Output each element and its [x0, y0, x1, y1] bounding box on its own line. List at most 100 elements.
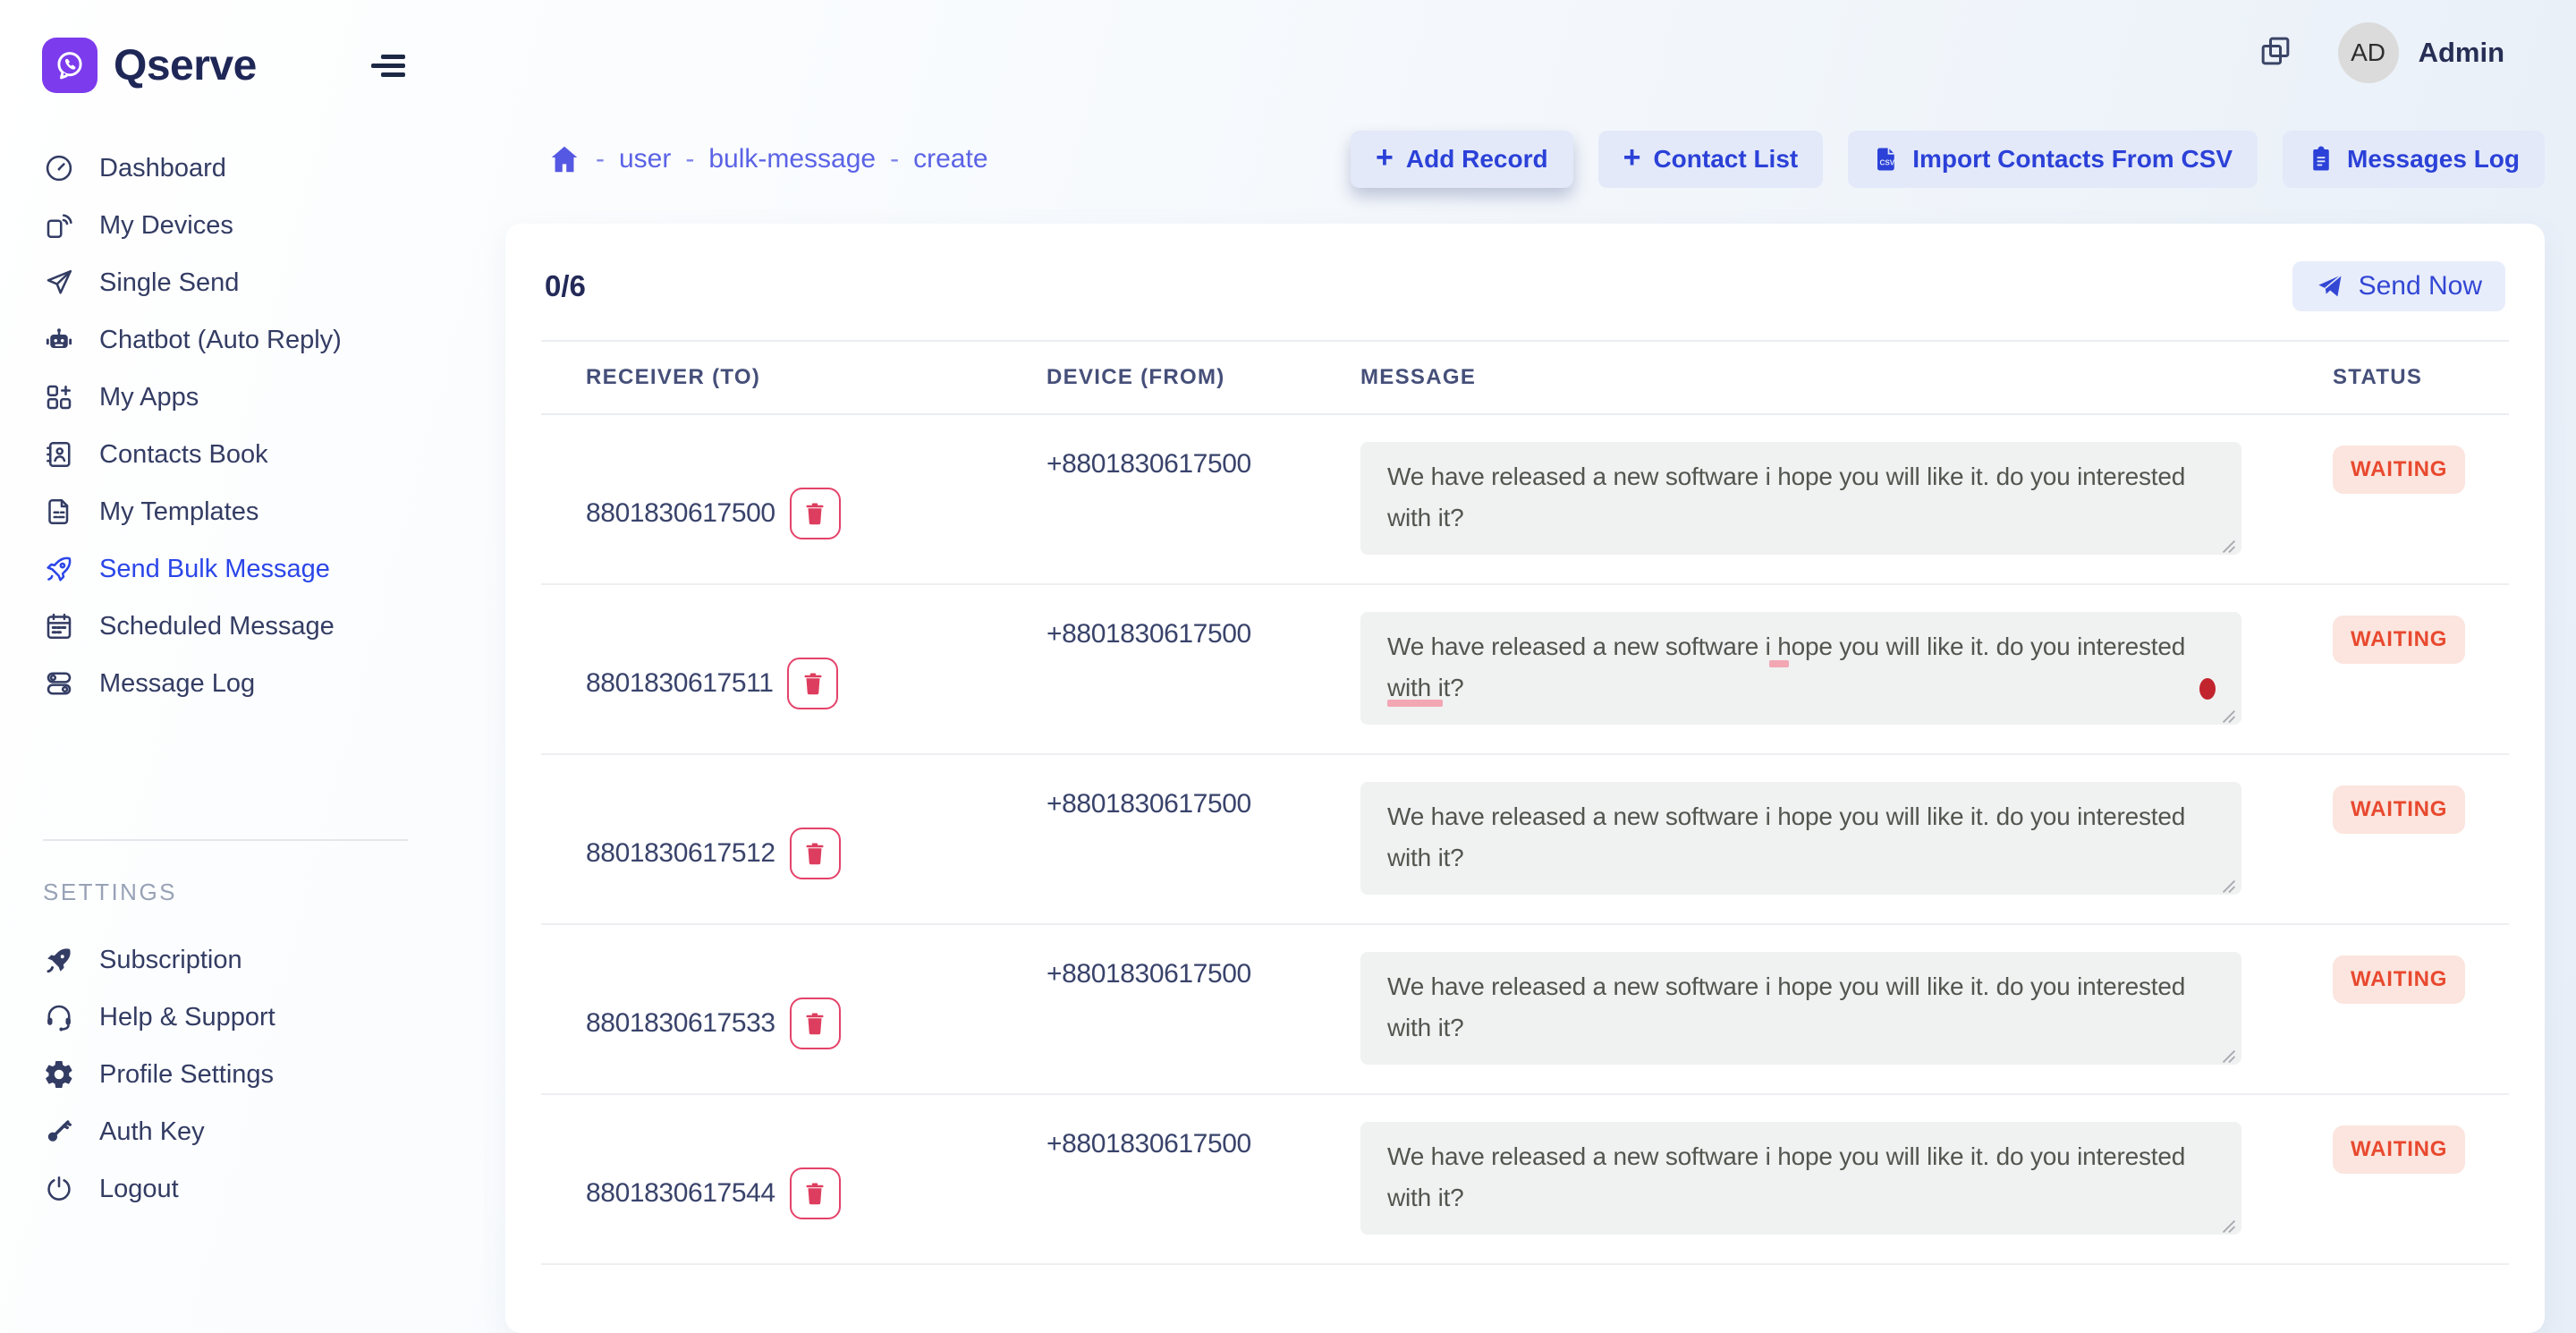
page-head: - user - bulk-message - create + Add Rec… [505, 131, 2545, 188]
sidebar-item-auth-key[interactable]: Auth Key [0, 1103, 444, 1160]
sidebar-item-my-templates[interactable]: My Templates [0, 483, 444, 540]
sidebar-nav: Dashboard My Devices Single Send [0, 140, 444, 712]
sidebar-item-profile-settings[interactable]: Profile Settings [0, 1046, 444, 1103]
settings-section-label: SETTINGS [43, 879, 444, 906]
message-textarea[interactable]: We have released a new software i hope y… [1360, 612, 2241, 725]
receiver-cell: 8801830617512 [541, 755, 1043, 923]
col-header-message: MESSAGE [1360, 365, 2299, 390]
sidebar-item-contacts-book[interactable]: Contacts Book [0, 426, 444, 483]
breadcrumb-bulk-message[interactable]: bulk-message [708, 144, 876, 174]
table-row: 8801830617544 +8801830617500 We have rel… [541, 1095, 2509, 1265]
main-area: AD Admin - user - bulk-message - create … [444, 0, 2576, 1333]
message-textarea[interactable]: We have released a new software i hope y… [1360, 442, 2241, 555]
device-number: +8801830617500 [1043, 755, 1360, 923]
status-badge: WAITING [2333, 1125, 2465, 1174]
receiver-cell: 8801830617511 [541, 585, 1043, 753]
gear-icon [42, 1057, 76, 1091]
sidebar-item-label: Subscription [99, 946, 242, 975]
message-cell: We have released a new software i hope y… [1360, 415, 2299, 583]
trash-icon [801, 1180, 828, 1207]
sidebar-item-label: Dashboard [99, 154, 226, 183]
clipboard-icon [2308, 146, 2334, 173]
send-now-button[interactable]: Send Now [2292, 261, 2505, 311]
resize-handle-icon[interactable] [2222, 879, 2236, 894]
power-icon [42, 1172, 76, 1206]
sidebar-item-label: Help & Support [99, 1003, 275, 1032]
paper-plane-icon [42, 266, 76, 300]
resize-handle-icon[interactable] [2222, 539, 2236, 554]
user-name[interactable]: Admin [2419, 37, 2504, 69]
table-row: 8801830617512 +8801830617500 We have rel… [541, 755, 2509, 925]
table-row: 8801830617500 +8801830617500 We have rel… [541, 415, 2509, 585]
trash-icon [800, 670, 826, 697]
breadcrumb-create[interactable]: create [913, 144, 987, 174]
sidebar-item-label: My Templates [99, 497, 258, 527]
import-csv-label: Import Contacts From CSV [1912, 145, 2233, 174]
sidebar-item-message-log[interactable]: Message Log [0, 655, 444, 712]
message-cell: We have released a new software i hope y… [1360, 925, 2299, 1093]
breadcrumb-user[interactable]: user [619, 144, 671, 174]
delete-row-button[interactable] [790, 828, 841, 879]
sidebar-item-scheduled-message[interactable]: Scheduled Message [0, 598, 444, 655]
import-contacts-csv-button[interactable]: CSV Import Contacts From CSV [1848, 131, 2258, 188]
device-number: +8801830617500 [1043, 585, 1360, 753]
status-cell: WAITING [2299, 415, 2509, 583]
send-now-label: Send Now [2359, 271, 2482, 301]
delete-row-button[interactable] [790, 488, 841, 539]
sidebar-toggle-icon[interactable] [366, 46, 405, 85]
resize-handle-icon[interactable] [2222, 709, 2236, 724]
contact-list-label: Contact List [1653, 145, 1798, 174]
receiver-number: 8801830617511 [586, 668, 773, 699]
delete-row-button[interactable] [787, 658, 838, 709]
resize-handle-icon[interactable] [2222, 1049, 2236, 1064]
delete-row-button[interactable] [790, 998, 841, 1049]
col-header-status: STATUS [2299, 365, 2509, 390]
breadcrumb-separator: - [596, 144, 605, 174]
breadcrumb: - user - bulk-message - create [505, 142, 988, 176]
key-icon [42, 1115, 76, 1149]
add-record-button[interactable]: + Add Record [1351, 131, 1573, 188]
messages-log-label: Messages Log [2347, 145, 2520, 174]
brand-name: Qserve [114, 41, 257, 90]
sidebar-item-chatbot[interactable]: Chatbot (Auto Reply) [0, 311, 444, 369]
status-badge: WAITING [2333, 446, 2465, 494]
sidebar-item-single-send[interactable]: Single Send [0, 254, 444, 311]
table-row: 8801830617533 +8801830617500 We have rel… [541, 925, 2509, 1095]
home-icon[interactable] [547, 142, 581, 176]
sidebar-item-dashboard[interactable]: Dashboard [0, 140, 444, 197]
receiver-cell: 8801830617544 [541, 1095, 1043, 1263]
headset-icon [42, 1000, 76, 1034]
sidebar-item-label: Auth Key [99, 1117, 205, 1147]
sidebar-item-logout[interactable]: Logout [0, 1160, 444, 1218]
plus-icon: + [1376, 142, 1394, 173]
contact-list-button[interactable]: + Contact List [1598, 131, 1824, 188]
rocket-icon [42, 552, 76, 586]
trash-icon [801, 500, 828, 527]
calendar-icon [42, 609, 76, 643]
sidebar-item-subscription[interactable]: Subscription [0, 931, 444, 989]
message-textarea[interactable]: We have released a new software i hope y… [1360, 782, 2241, 895]
resize-handle-icon[interactable] [2222, 1219, 2236, 1234]
sidebar-item-help-support[interactable]: Help & Support [0, 989, 444, 1046]
add-record-label: Add Record [1406, 145, 1548, 174]
receiver-cell: 8801830617533 [541, 925, 1043, 1093]
avatar[interactable]: AD [2338, 22, 2399, 83]
device-number: +8801830617500 [1043, 1095, 1360, 1263]
message-textarea[interactable]: We have released a new software i hope y… [1360, 952, 2241, 1065]
sidebar-item-my-apps[interactable]: My Apps [0, 369, 444, 426]
receiver-number: 8801830617512 [586, 838, 775, 869]
sidebar-item-send-bulk-message[interactable]: Send Bulk Message [0, 540, 444, 598]
qserve-logo-icon[interactable] [42, 38, 97, 93]
table-row: 8801830617511 +8801830617500 We have rel… [541, 585, 2509, 755]
col-header-device: DEVICE (FROM) [1043, 365, 1360, 390]
message-cell: We have released a new software i hope y… [1360, 585, 2299, 753]
sidebar-divider [43, 839, 408, 841]
device-number: +8801830617500 [1043, 415, 1360, 583]
fullscreen-windows-icon[interactable] [2254, 31, 2297, 74]
message-textarea[interactable]: We have released a new software i hope y… [1360, 1122, 2241, 1235]
status-badge: WAITING [2333, 955, 2465, 1004]
delete-row-button[interactable] [790, 1167, 841, 1219]
sidebar-settings-nav: Subscription Help & Support Profile Sett… [0, 931, 444, 1218]
messages-log-button[interactable]: Messages Log [2283, 131, 2545, 188]
sidebar-item-my-devices[interactable]: My Devices [0, 197, 444, 254]
